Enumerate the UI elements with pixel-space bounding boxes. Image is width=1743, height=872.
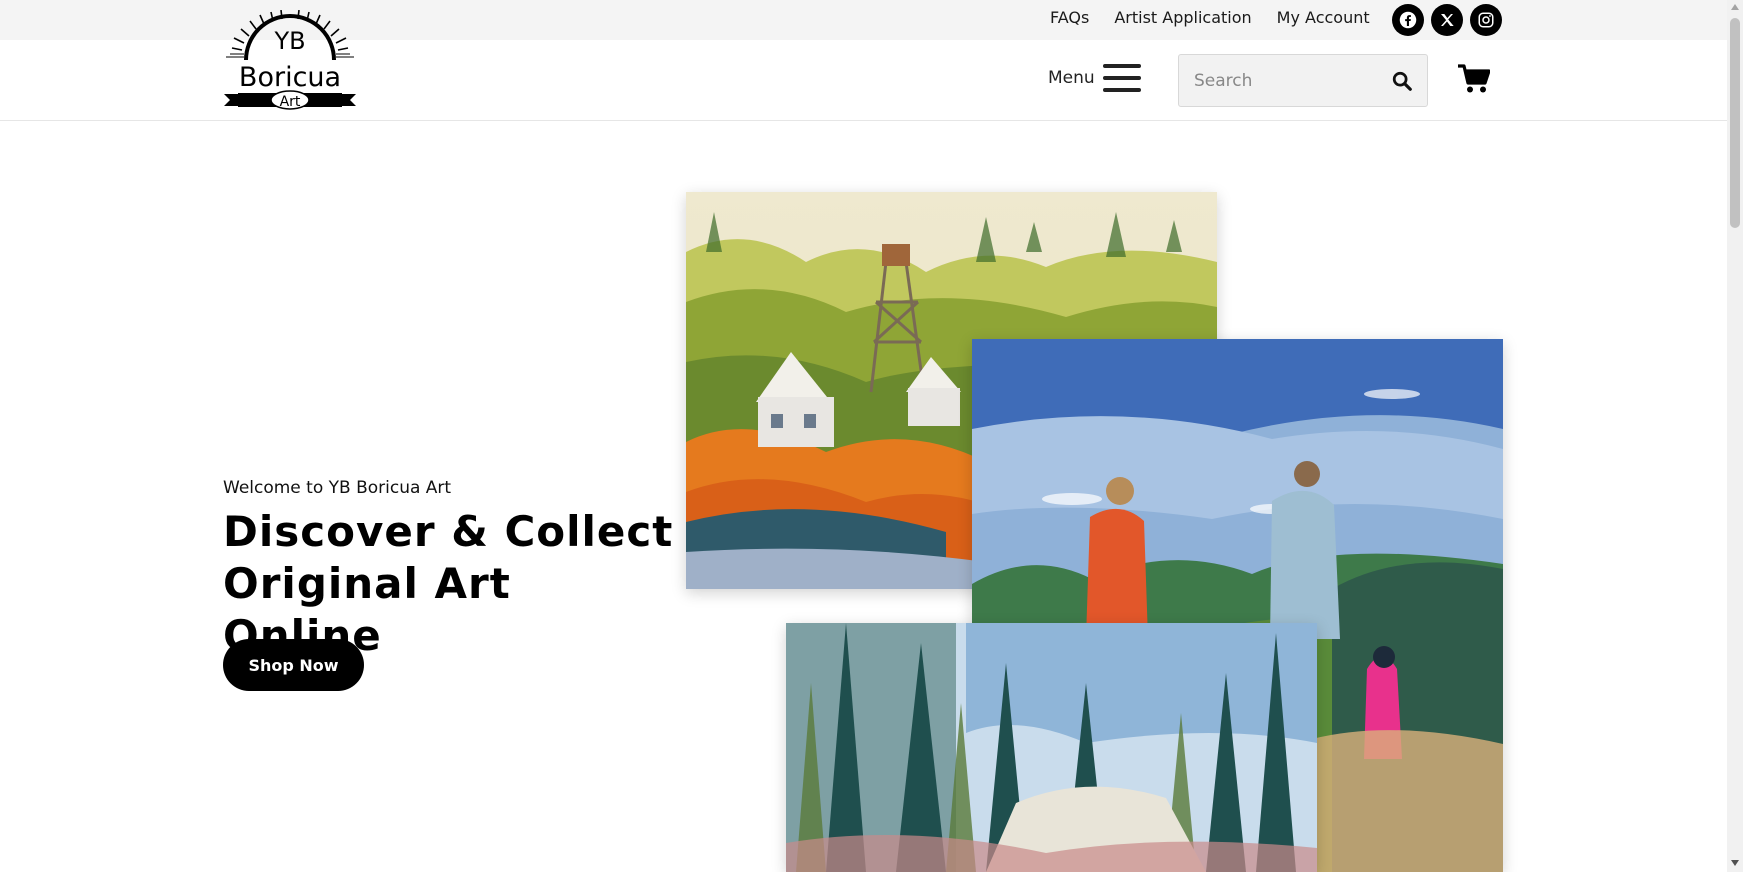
page-scrollbar[interactable] [1727, 0, 1743, 872]
search-icon[interactable] [1391, 70, 1413, 92]
logo-top-text: YB [273, 27, 305, 55]
hero-headline-line1: Discover & Collect [223, 507, 674, 556]
social-links [1392, 4, 1502, 36]
logo-main-text: Boricua [239, 62, 341, 93]
x-icon[interactable] [1431, 4, 1463, 36]
menu-label: Menu [1048, 68, 1095, 88]
hero-welcome: Welcome to YB Boricua Art [223, 478, 452, 498]
menu-button[interactable]: Menu [1048, 64, 1141, 92]
faqs-link[interactable]: FAQs [1050, 8, 1089, 27]
scroll-up-icon[interactable] [1731, 4, 1739, 10]
scroll-down-icon[interactable] [1731, 860, 1739, 866]
my-account-link[interactable]: My Account [1277, 8, 1370, 27]
hamburger-icon [1102, 64, 1141, 92]
artist-application-link[interactable]: Artist Application [1114, 8, 1251, 27]
top-nav-links: FAQs Artist Application My Account [1050, 8, 1370, 27]
cart-icon[interactable] [1458, 64, 1490, 94]
site-logo[interactable]: YB Boricua Art [222, 9, 358, 110]
scroll-thumb[interactable] [1730, 18, 1740, 228]
logo-sub-text: Art [280, 94, 301, 110]
facebook-icon[interactable] [1392, 4, 1424, 36]
instagram-icon[interactable] [1470, 4, 1502, 36]
shop-now-button[interactable]: Shop Now [223, 639, 364, 691]
artwork-forest-path[interactable] [786, 623, 1317, 872]
search-box [1178, 54, 1428, 107]
hero-text-block: Welcome to YB Boricua Art Discover & Col… [223, 478, 683, 662]
search-input[interactable] [1179, 55, 1379, 106]
